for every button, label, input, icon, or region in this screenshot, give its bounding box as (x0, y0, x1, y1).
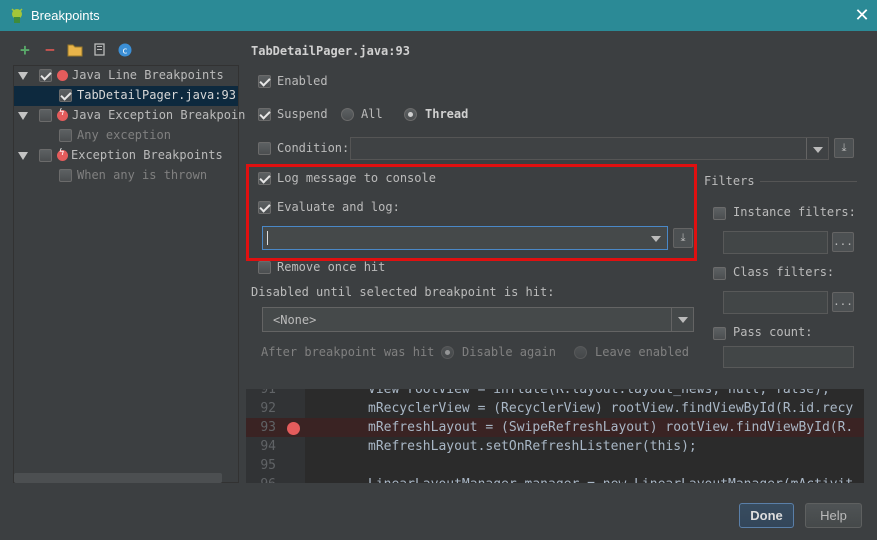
expand-arrow-icon[interactable] (18, 72, 28, 80)
leave-enabled-label: Leave enabled (595, 345, 689, 359)
line-number: 92 (260, 401, 276, 416)
line-number: 93 (260, 420, 276, 435)
tree-item-tabdetailpager[interactable]: TabDetailPager.java:93 (14, 86, 238, 106)
condition-label: Condition: (277, 141, 350, 155)
disable-again-radio[interactable] (441, 346, 454, 359)
code-line: 96 LinearLayoutManager manager = new Lin… (246, 475, 864, 483)
suspend-thread-label: Thread (425, 107, 469, 121)
exception-breakpoint-icon (57, 108, 68, 121)
code-line: 92 mRecyclerView = (RecyclerView) rootVi… (246, 399, 864, 418)
expand-arrow-icon[interactable] (18, 112, 28, 120)
breakpoint-marker-icon[interactable] (287, 422, 300, 435)
class-filters-more-button[interactable]: ... (832, 292, 854, 312)
pass-count-label: Pass count: (733, 325, 813, 339)
tree-item-label: TabDetailPager.java:93 (77, 88, 236, 102)
instance-filters-field[interactable] (723, 231, 828, 254)
code-text: View rootView = inflate(R.layout.layout_… (368, 389, 830, 397)
suspend-all-radio[interactable] (341, 108, 354, 121)
instance-filters-checkbox[interactable] (713, 207, 726, 220)
condition-checkbox[interactable] (258, 142, 271, 155)
disabled-until-label: Disabled until selected breakpoint is hi… (251, 285, 555, 299)
instance-filters-label: Instance filters: (733, 205, 856, 219)
enabled-checkbox[interactable] (258, 75, 271, 88)
breakpoint-checkbox[interactable] (59, 89, 72, 102)
chevron-down-icon[interactable] (806, 138, 828, 159)
suspend-checkbox[interactable] (258, 108, 271, 121)
class-icon[interactable]: c (117, 42, 133, 58)
group-checkbox[interactable] (39, 109, 52, 122)
tree-item-when-any-is-thrown[interactable]: When any is thrown (14, 166, 238, 186)
breakpoint-checkbox[interactable] (59, 129, 72, 142)
line-number: 94 (260, 439, 276, 454)
pass-count-checkbox[interactable] (713, 327, 726, 340)
line-number: 96 (246, 475, 276, 483)
code-text: mRefreshLayout = (SwipeRefreshLayout) ro… (368, 420, 854, 435)
tree-item-java-line-breakpoints[interactable]: Java Line Breakpoints (14, 66, 238, 86)
pass-count-field[interactable] (723, 346, 854, 368)
tree-item-label: Exception Breakpoints (71, 148, 223, 162)
class-filters-label: Class filters: (733, 265, 835, 279)
code-text: mRefreshLayout.setOnRefreshListener(this… (368, 439, 697, 454)
disable-again-label: Disable again (462, 345, 556, 359)
tree-item-label: Java Line Breakpoints (72, 68, 224, 82)
title-bar: Breakpoints ✕ (0, 0, 877, 31)
code-line: 91 View rootView = inflate(R.layout.layo… (246, 389, 864, 399)
chevron-down-icon[interactable] (671, 308, 693, 331)
suspend-thread-radio[interactable] (404, 108, 417, 121)
highlight-box (246, 164, 697, 261)
code-text: LinearLayoutManager manager = new Linear… (368, 475, 853, 483)
folder-icon[interactable] (67, 42, 83, 58)
expand-arrow-icon[interactable] (18, 152, 28, 160)
tree-item-label: Java Exception Breakpoin (72, 108, 246, 122)
leave-enabled-radio[interactable] (574, 346, 587, 359)
breakpoint-tree: Java Line Breakpoints TabDetailPager.jav… (13, 65, 245, 483)
window-title: Breakpoints (31, 8, 100, 23)
breakpoint-header: TabDetailPager.java:93 (251, 44, 410, 58)
code-text: mRecyclerView = (RecyclerView) rootView.… (368, 401, 854, 416)
line-number: 91 (260, 389, 276, 397)
code-preview: 91 View rootView = inflate(R.layout.layo… (246, 389, 864, 483)
android-studio-icon (11, 8, 23, 23)
code-line: 95 (246, 456, 864, 475)
remove-once-hit-label: Remove once hit (277, 260, 386, 274)
condition-combo[interactable] (350, 137, 829, 160)
suspend-all-label: All (361, 107, 383, 121)
class-filters-checkbox[interactable] (713, 267, 726, 280)
expand-editor-icon[interactable]: ⤓ (834, 138, 854, 158)
breakpoint-checkbox[interactable] (59, 169, 72, 182)
dependency-combo[interactable]: <None> (262, 307, 694, 332)
suspend-label: Suspend (277, 107, 328, 121)
filters-separator (760, 181, 857, 182)
tree-item-label: Any exception (77, 128, 171, 142)
dependency-value: <None> (273, 313, 317, 327)
add-icon[interactable]: + (17, 42, 33, 58)
tree-item-exception-breakpoints[interactable]: Exception Breakpoints (14, 146, 238, 166)
done-button[interactable]: Done (739, 503, 794, 528)
remove-icon[interactable]: − (42, 42, 58, 58)
tree-item-any-exception[interactable]: Any exception (14, 126, 238, 146)
tree-horizontal-scrollbar[interactable] (14, 473, 222, 483)
code-line: 94 mRefreshLayout.setOnRefreshListener(t… (246, 437, 864, 456)
svg-text:c: c (123, 47, 128, 57)
group-checkbox[interactable] (39, 69, 52, 82)
tree-item-label: When any is thrown (77, 168, 208, 182)
remove-once-hit-checkbox[interactable] (258, 261, 271, 274)
enabled-label: Enabled (277, 74, 328, 88)
code-line-breakpoint: 93 mRefreshLayout = (SwipeRefreshLayout)… (246, 418, 864, 437)
group-checkbox[interactable] (39, 149, 52, 162)
exception-breakpoint-icon (57, 148, 68, 161)
copy-icon[interactable] (92, 42, 108, 58)
class-filters-field[interactable] (723, 291, 828, 314)
breakpoint-icon (57, 70, 68, 81)
tree-item-java-exception-breakpoints[interactable]: Java Exception Breakpoin (14, 106, 245, 126)
help-button[interactable]: Help (805, 503, 862, 528)
line-number: 95 (260, 458, 276, 473)
after-hit-label: After breakpoint was hit (261, 345, 435, 359)
close-icon[interactable]: ✕ (847, 0, 877, 31)
filters-title: Filters (704, 174, 755, 188)
instance-filters-more-button[interactable]: ... (832, 232, 854, 252)
